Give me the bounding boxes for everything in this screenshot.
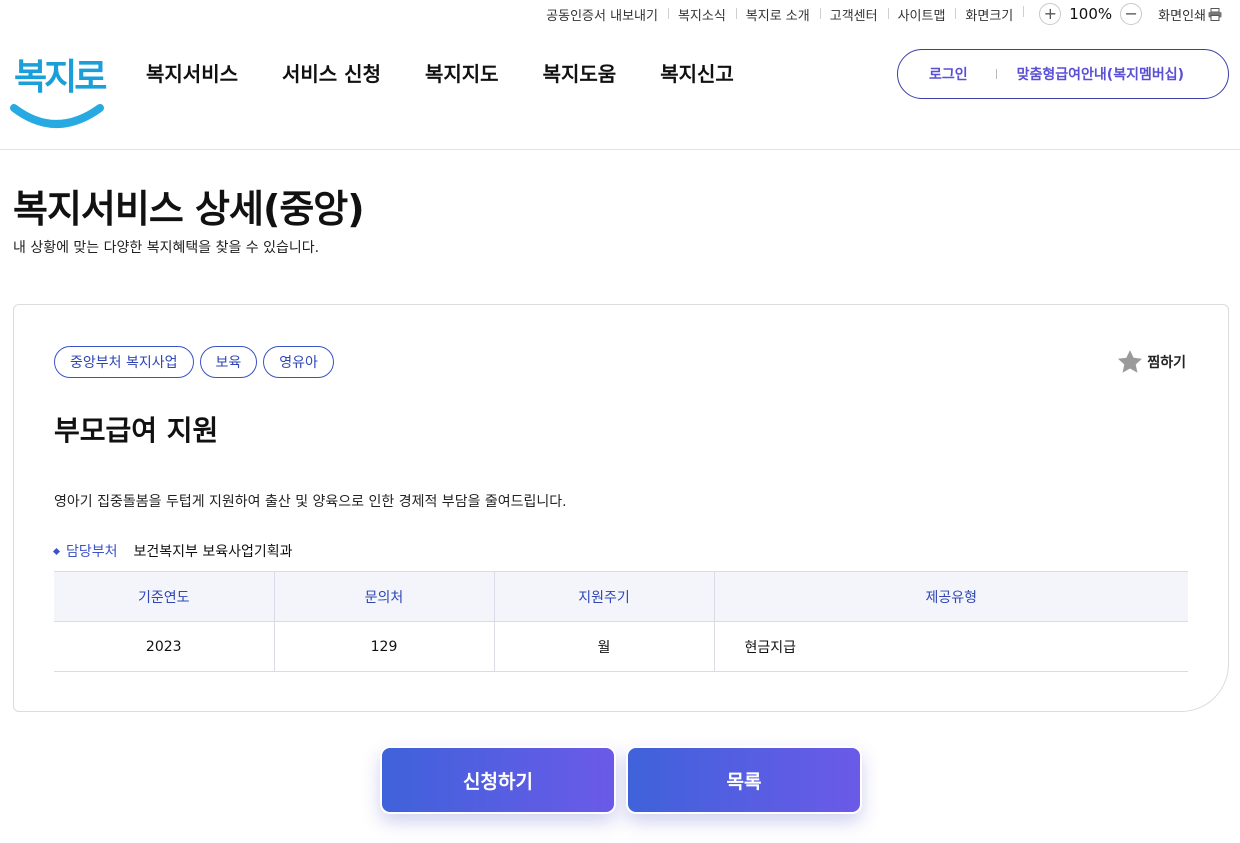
favorite-button[interactable]: 찜하기 <box>1116 348 1186 376</box>
service-detail-card: 중앙부처 복지사업 보육 영유아 찜하기 부모급여 지원 영아기 집중돌봄을 두… <box>13 304 1229 712</box>
page-description: 내 상황에 맞는 다양한 복지혜택을 찾을 수 있습니다. <box>13 240 320 256</box>
main-nav: 복지서비스 서비스 신청 복지지도 복지도움 복지신고 <box>146 58 778 87</box>
utility-link-customer-center[interactable]: 고객센터 <box>819 5 888 24</box>
apply-button[interactable]: 신청하기 <box>380 746 616 814</box>
tag-childcare[interactable]: 보육 <box>199 346 258 378</box>
nav-item-service-apply[interactable]: 서비스 신청 <box>282 58 381 87</box>
tag-central-ministry[interactable]: 중앙부처 복지사업 <box>54 346 194 378</box>
cell-base-year: 2023 <box>54 621 274 672</box>
divider <box>995 69 997 79</box>
utility-link-sitemap[interactable]: 사이트맵 <box>887 5 956 24</box>
service-description: 영아기 집중돌봄을 두텁게 지원하여 출산 및 양육으로 인한 경제적 부담을 … <box>54 494 567 510</box>
service-title: 부모급여 지원 <box>54 414 219 447</box>
table-row: 2023 129 월 현금지급 <box>54 621 1188 672</box>
membership-link[interactable]: 맞춤형급여안내(복지멤버십) <box>1017 64 1184 84</box>
cell-contact: 129 <box>273 621 494 672</box>
utility-link-about[interactable]: 복지로 소개 <box>735 5 820 24</box>
site-header: 복지로 복지서비스 서비스 신청 복지지도 복지도움 복지신고 로그인 맞춤형급… <box>0 30 1240 150</box>
logo-smile-icon <box>10 104 104 128</box>
bullet-icon <box>52 547 61 555</box>
print-label: 화면인쇄 <box>1158 8 1206 24</box>
list-button[interactable]: 목록 <box>626 746 862 814</box>
header-contact: 문의처 <box>273 571 494 622</box>
favorite-label: 찜하기 <box>1147 355 1186 371</box>
utility-bar: 공동인증서 내보내기 복지소식 복지로 소개 고객센터 사이트맵 화면크기 + … <box>536 0 1222 28</box>
utility-link-cert-export[interactable]: 공동인증서 내보내기 <box>536 5 668 24</box>
site-logo[interactable]: 복지로 <box>10 46 107 132</box>
department-value: 보건복지부 보육사업기획과 <box>133 544 293 560</box>
cell-provision-type: 현금지급 <box>713 621 1188 672</box>
nav-item-welfare-report[interactable]: 복지신고 <box>660 58 734 87</box>
screen-size-label: 화면크기 <box>955 5 1023 24</box>
nav-item-welfare-help[interactable]: 복지도움 <box>543 58 617 87</box>
login-box: 로그인 맞춤형급여안내(복지멤버십) <box>897 49 1229 99</box>
header-support-cycle: 지원주기 <box>493 571 714 622</box>
star-icon <box>1118 350 1143 373</box>
department-row: 담당부처 보건복지부 보육사업기획과 <box>52 541 293 561</box>
zoom-control: + 100% − <box>1023 3 1148 25</box>
print-button[interactable]: 화면인쇄 <box>1148 5 1222 24</box>
tag-infant[interactable]: 영유아 <box>263 346 334 378</box>
login-link[interactable]: 로그인 <box>898 64 968 84</box>
printer-icon <box>1208 7 1222 21</box>
cell-support-cycle: 월 <box>493 621 714 672</box>
header-provision-type: 제공유형 <box>713 571 1188 622</box>
table-header-row: 기준연도 문의처 지원주기 제공유형 <box>54 571 1188 622</box>
action-buttons: 신청하기 목록 <box>380 746 862 814</box>
header-base-year: 기준연도 <box>54 571 274 622</box>
zoom-in-button[interactable]: + <box>1039 3 1062 25</box>
department-label: 담당부처 <box>66 544 118 560</box>
page-title: 복지서비스 상세(중앙) <box>13 187 365 231</box>
nav-item-welfare-map[interactable]: 복지지도 <box>425 58 499 87</box>
service-info-table: 기준연도 문의처 지원주기 제공유형 2023 129 월 현금지급 <box>54 571 1188 672</box>
zoom-out-button[interactable]: − <box>1120 3 1143 25</box>
nav-item-welfare-service[interactable]: 복지서비스 <box>146 58 238 87</box>
tag-list: 중앙부처 복지사업 보육 영유아 <box>54 346 334 378</box>
zoom-value: 100% <box>1069 5 1113 23</box>
utility-link-news[interactable]: 복지소식 <box>667 5 736 24</box>
